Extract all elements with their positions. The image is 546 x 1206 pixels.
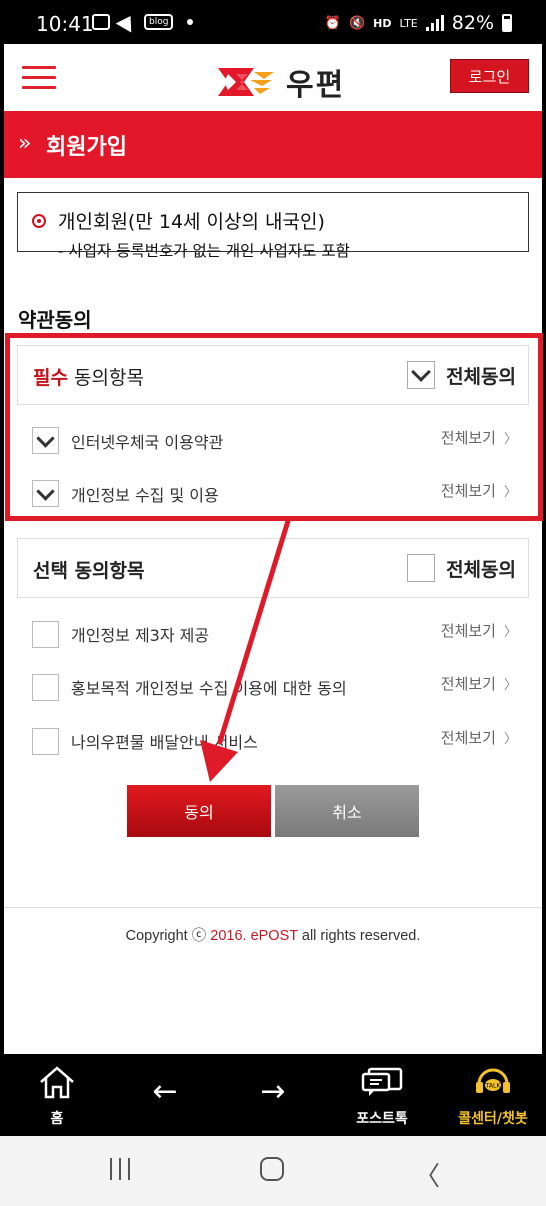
copyright-prefix: Copyright ⓒ bbox=[125, 928, 211, 944]
system-nav-bar: 〈 bbox=[0, 1136, 546, 1206]
divider bbox=[4, 907, 542, 908]
svg-text:TALK: TALK bbox=[485, 1083, 502, 1090]
mute-icon: 🔇 bbox=[348, 15, 366, 31]
hd-voice-icon: HD bbox=[373, 16, 392, 30]
member-type-box: 개인회원(만 14세 이상의 내국인) - 사업자 등록번호가 없는 개인 사업… bbox=[17, 192, 529, 260]
member-type-subtitle: - 사업자 등록번호가 없는 개인 사업자도 포함 bbox=[58, 242, 350, 260]
back-button-icon[interactable]: 〈 bbox=[414, 1156, 440, 1193]
logo-text: 우편 bbox=[286, 68, 346, 103]
view-all-label: 전체보기 bbox=[440, 729, 496, 747]
copyright-year: 2016. ePOST bbox=[210, 928, 298, 944]
member-type-title: 개인회원(만 14세 이상의 내국인) bbox=[58, 211, 325, 233]
title-chevron-icon: » bbox=[18, 131, 32, 156]
epost-logo-icon bbox=[218, 68, 274, 96]
nav-home-label: 홈 bbox=[50, 1111, 64, 1127]
agreement-heading: 약관동의 bbox=[18, 308, 92, 332]
gallery-icon bbox=[92, 14, 110, 30]
lte-icon: LTE bbox=[399, 16, 418, 30]
item-label: 홍보목적 개인정보 수집 이용에 대한 동의 bbox=[71, 679, 347, 698]
copyright: Copyright ⓒ 2016. ePOST all rights reser… bbox=[4, 924, 542, 945]
optional-section-header: 선택 동의항목 전체동의 bbox=[17, 538, 529, 598]
item-label: 나의우편물 배달안내 서비스 bbox=[71, 733, 258, 752]
battery-icon bbox=[502, 14, 512, 32]
nav-callcenter-label: 콜센터/챗봇 bbox=[458, 1111, 528, 1127]
nav-home[interactable]: 홈 bbox=[22, 1054, 92, 1136]
nav-callcenter[interactable]: TALK 콜센터/챗봇 bbox=[446, 1054, 540, 1136]
status-bar: 10:41 blog ⏰ 🔇 HD LTE 82% bbox=[0, 0, 546, 44]
login-button[interactable]: 로그인 bbox=[450, 59, 529, 93]
item-label: 개인정보 제3자 제공 bbox=[71, 626, 210, 645]
optional-agree-all[interactable]: 전체동의 bbox=[407, 554, 516, 582]
marketing-checkbox[interactable] bbox=[32, 674, 59, 701]
app-bottom-nav: 홈 ← → 포스트톡 TALK 콜센터/챗봇 bbox=[0, 1054, 546, 1136]
home-button-icon[interactable] bbox=[260, 1157, 284, 1181]
view-all-link[interactable]: 전체보기 〉 bbox=[441, 620, 517, 641]
cancel-button[interactable]: 취소 bbox=[275, 785, 419, 837]
nav-back[interactable]: ← bbox=[140, 1054, 190, 1136]
status-time: 10:41 bbox=[36, 12, 94, 36]
optional-agree-all-checkbox[interactable] bbox=[407, 554, 436, 582]
chevron-right-icon: 〉 bbox=[503, 732, 517, 747]
page-title: 회원가입 bbox=[46, 135, 127, 160]
arrow-left-icon: ← bbox=[152, 1074, 178, 1109]
menu-icon[interactable] bbox=[22, 66, 56, 90]
chat-icon bbox=[361, 1067, 403, 1096]
highlight-box bbox=[5, 333, 543, 521]
chevron-right-icon: 〉 bbox=[503, 678, 517, 693]
delivery-notice-checkbox[interactable] bbox=[32, 728, 59, 755]
list-item[interactable]: 개인정보 제3자 제공 전체보기 〉 bbox=[17, 614, 529, 654]
alarm-icon: ⏰ bbox=[324, 15, 341, 31]
copyright-suffix: all rights reserved. bbox=[297, 928, 421, 944]
signal-icon bbox=[425, 15, 444, 31]
target-icon bbox=[32, 214, 46, 228]
blog-icon: blog bbox=[144, 14, 174, 30]
logo[interactable]: 우편 bbox=[214, 60, 345, 104]
view-all-label: 전체보기 bbox=[440, 675, 496, 693]
optional-section-title: 선택 동의항목 bbox=[33, 560, 145, 582]
title-bar: » 회원가입 bbox=[4, 111, 542, 178]
list-item[interactable]: 나의우편물 배달안내 서비스 전체보기 〉 bbox=[17, 721, 529, 761]
view-all-link[interactable]: 전체보기 〉 bbox=[441, 727, 517, 748]
site-header: 우편 로그인 bbox=[4, 44, 542, 112]
headset-icon: TALK bbox=[476, 1068, 510, 1093]
system-icons: ⏰ 🔇 HD LTE 82% bbox=[325, 12, 512, 34]
notification-icons: blog bbox=[92, 11, 194, 33]
arrow-right-icon: → bbox=[260, 1074, 286, 1109]
list-item[interactable]: 홍보목적 개인정보 수집 이용에 대한 동의 전체보기 〉 bbox=[17, 667, 529, 707]
page-content: 우편 로그인 » 회원가입 개인회원(만 14세 이상의 내국인) - 사업자 … bbox=[4, 44, 543, 1054]
optional-agree-all-label: 전체동의 bbox=[446, 558, 516, 581]
nav-posttalk-label: 포스트톡 bbox=[356, 1111, 408, 1127]
agree-button[interactable]: 동의 bbox=[127, 785, 271, 837]
chevron-right-icon: 〉 bbox=[503, 625, 517, 640]
recent-apps-icon[interactable] bbox=[110, 1158, 130, 1180]
nav-forward[interactable]: → bbox=[248, 1054, 298, 1136]
view-all-label: 전체보기 bbox=[440, 622, 496, 640]
home-icon bbox=[40, 1066, 74, 1099]
view-all-link[interactable]: 전체보기 〉 bbox=[441, 673, 517, 694]
nav-posttalk[interactable]: 포스트톡 bbox=[344, 1054, 420, 1136]
battery-percent: 82% bbox=[451, 12, 494, 34]
telegram-icon bbox=[115, 11, 139, 33]
more-notifications-icon bbox=[187, 19, 194, 25]
third-party-checkbox[interactable] bbox=[32, 621, 59, 648]
